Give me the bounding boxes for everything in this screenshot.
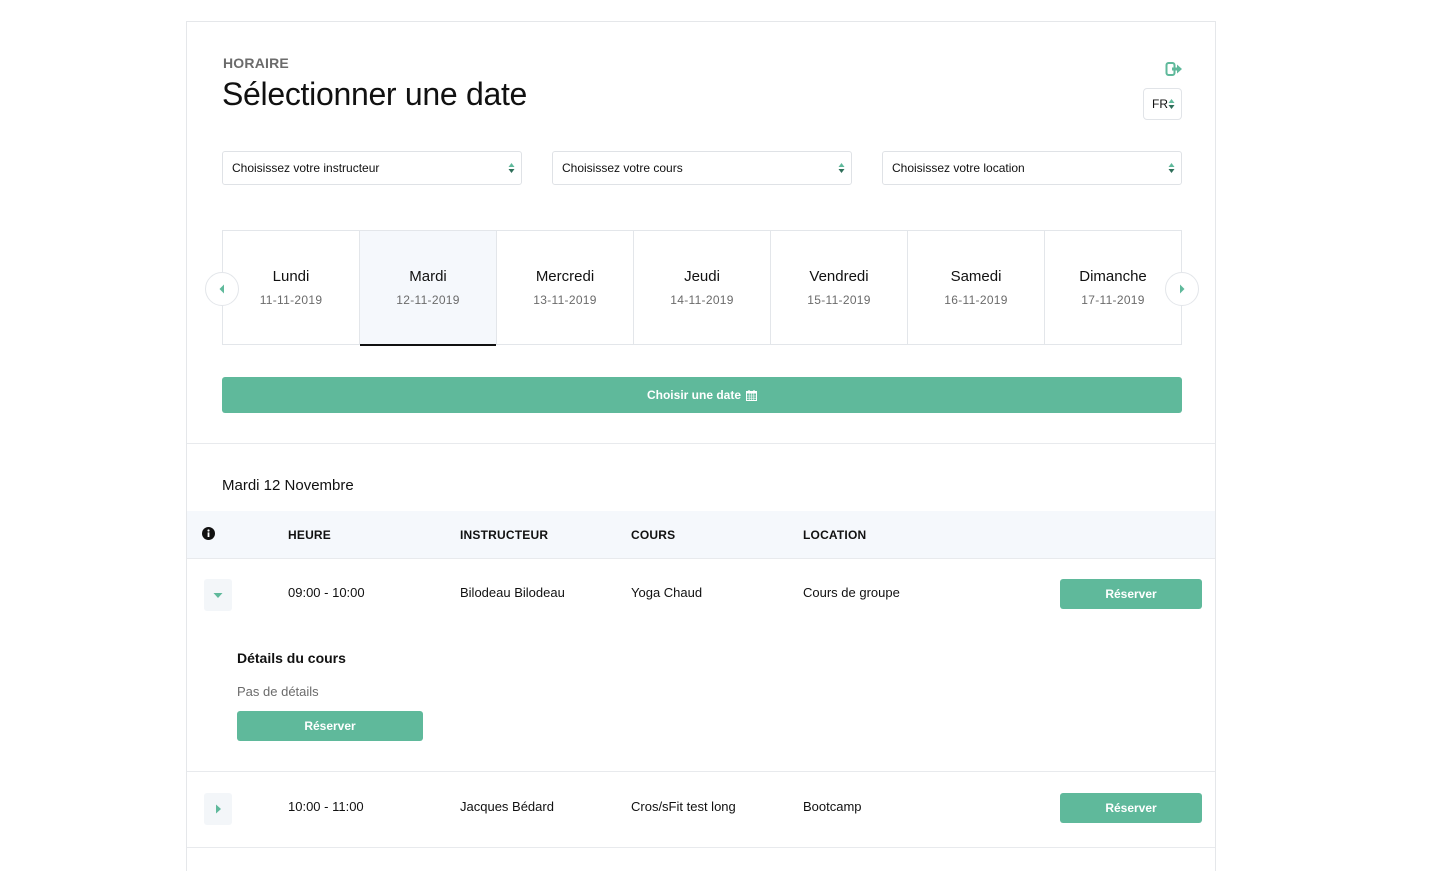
page-title: Sélectionner une date — [222, 76, 528, 112]
day-name: Dimanche — [1079, 268, 1147, 285]
location-select[interactable]: Choisissez votre location — [882, 151, 1182, 185]
caret-left-icon — [219, 284, 224, 294]
day-name: Jeudi — [684, 268, 720, 285]
select-arrows-icon — [1168, 99, 1175, 109]
day-name: Vendredi — [809, 268, 869, 285]
column-header-time: HEURE — [288, 528, 332, 542]
select-arrows-icon — [1168, 163, 1175, 173]
schedule-card: HORAIRE Sélectionner une date FR Choisis… — [186, 21, 1216, 871]
expand-row-button[interactable] — [204, 793, 232, 825]
select-arrows-icon — [838, 163, 845, 173]
previous-week-button[interactable] — [205, 272, 239, 306]
course-details-title: Détails du cours — [237, 650, 346, 666]
choose-date-button[interactable]: Choisir une date — [222, 377, 1182, 413]
day-name: Mercredi — [535, 268, 595, 285]
language-value: FR — [1152, 97, 1168, 111]
row-time: 09:00 - 10:00 — [288, 585, 365, 600]
day-tab-dimanche[interactable]: Dimanche 17-11-2019 — [1045, 231, 1181, 344]
row-course: Yoga Chaud — [631, 585, 703, 600]
row-time: 10:00 - 11:00 — [288, 799, 364, 814]
details-reserve-button[interactable]: Réserver — [237, 711, 423, 741]
row-course: Cros/sFit test long — [631, 799, 736, 814]
course-select[interactable]: Choisissez votre cours — [552, 151, 852, 185]
select-arrows-icon — [508, 163, 515, 173]
logout-icon[interactable] — [1165, 60, 1183, 78]
calendar-icon — [746, 389, 757, 401]
row-instructor: Jacques Bédard — [460, 799, 554, 814]
day-date: 17-11-2019 — [1081, 293, 1145, 307]
day-date: 11-11-2019 — [259, 293, 323, 307]
day-date: 15-11-2019 — [807, 293, 871, 307]
choose-date-label: Choisir une date — [646, 388, 741, 402]
info-icon[interactable] — [202, 527, 215, 545]
day-tab-mercredi[interactable]: Mercredi 13-11-2019 — [497, 231, 634, 344]
day-tab-lundi[interactable]: Lundi 11-11-2019 — [223, 231, 360, 344]
course-details-text: Pas de détails — [237, 684, 319, 699]
schedule-day-heading: Mardi 12 Novembre — [222, 477, 354, 494]
day-date: 13-11-2019 — [533, 293, 597, 307]
day-tab-jeudi[interactable]: Jeudi 14-11-2019 — [634, 231, 771, 344]
row-divider — [187, 771, 1215, 772]
next-week-button[interactable] — [1165, 272, 1199, 306]
caret-right-icon — [1180, 284, 1185, 294]
row-location: Bootcamp — [803, 799, 862, 814]
day-tab-samedi[interactable]: Samedi 16-11-2019 — [908, 231, 1045, 344]
day-name: Mardi — [409, 268, 447, 285]
caret-down-icon — [213, 592, 223, 598]
day-date: 14-11-2019 — [670, 293, 734, 307]
language-select[interactable]: FR — [1143, 88, 1182, 120]
day-tab-vendredi[interactable]: Vendredi 15-11-2019 — [771, 231, 908, 344]
row-location: Cours de groupe — [803, 585, 900, 600]
collapse-row-button[interactable] — [204, 579, 232, 611]
reserve-button[interactable]: Réserver — [1060, 579, 1202, 609]
day-date: 12-11-2019 — [396, 293, 460, 307]
instructor-select[interactable]: Choisissez votre instructeur — [222, 151, 522, 185]
section-divider — [187, 443, 1215, 444]
caret-right-icon — [215, 804, 221, 814]
column-header-course: COURS — [631, 528, 676, 542]
page-eyebrow: HORAIRE — [223, 55, 289, 71]
course-select-value: Choisissez votre cours — [562, 161, 683, 175]
reserve-button[interactable]: Réserver — [1060, 793, 1202, 823]
week-day-picker: Lundi 11-11-2019 Mardi 12-11-2019 Mercre… — [222, 230, 1182, 346]
column-header-location: LOCATION — [803, 528, 867, 542]
day-date: 16-11-2019 — [944, 293, 1008, 307]
day-name: Samedi — [950, 268, 1002, 285]
row-divider — [187, 847, 1215, 848]
row-instructor: Bilodeau Bilodeau — [460, 585, 565, 600]
schedule-table-header: HEURE INSTRUCTEUR COURS LOCATION — [187, 511, 1215, 559]
day-tab-mardi[interactable]: Mardi 12-11-2019 — [360, 231, 497, 346]
column-header-instructor: INSTRUCTEUR — [460, 528, 549, 542]
instructor-select-value: Choisissez votre instructeur — [232, 161, 380, 175]
location-select-value: Choisissez votre location — [892, 161, 1025, 175]
day-name: Lundi — [272, 268, 310, 285]
